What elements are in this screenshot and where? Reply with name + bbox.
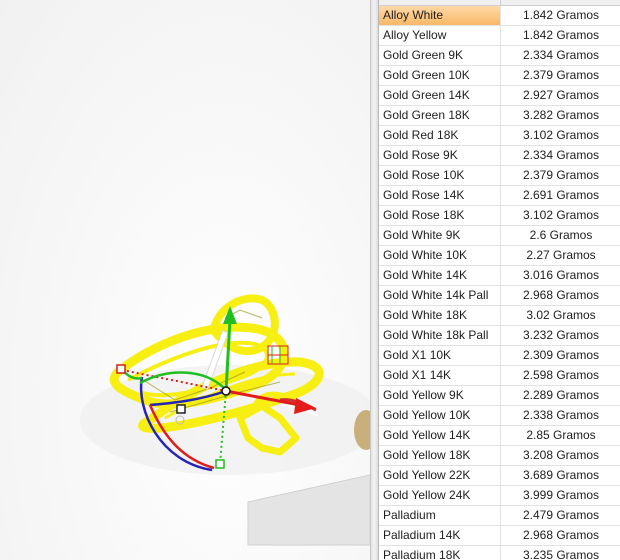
material-name-cell[interactable]: Gold Yellow 10K [379, 406, 501, 425]
y-scale-handle[interactable] [215, 459, 225, 469]
material-weight-cell[interactable]: 3.232 Gramos [501, 326, 620, 345]
material-weight-cell[interactable]: 3.235 Gramos [501, 546, 620, 560]
material-weight-cell[interactable]: 2.968 Gramos [501, 526, 620, 545]
material-weight-cell[interactable]: 2.289 Gramos [501, 386, 620, 405]
table-row[interactable]: Gold Green 10K 2.379 Gramos [379, 66, 620, 86]
table-row[interactable]: Gold Yellow 24K 3.999 Gramos [379, 486, 620, 506]
table-row[interactable]: Gold X1 14K 2.598 Gramos [379, 366, 620, 386]
material-name-cell[interactable]: Gold Green 14K [379, 86, 501, 105]
viewport-scene [80, 294, 370, 546]
table-row[interactable]: Alloy White 1.842 Gramos [379, 6, 620, 26]
table-row[interactable]: Gold White 10K 2.27 Gramos [379, 246, 620, 266]
material-weight-cell[interactable]: 2.6 Gramos [501, 226, 620, 245]
table-row[interactable]: Gold Rose 14K 2.691 Gramos [379, 186, 620, 206]
table-body: Alloy White 1.842 Gramos Alloy Yellow 1.842… [379, 6, 620, 560]
table-row[interactable]: Gold Rose 10K 2.379 Gramos [379, 166, 620, 186]
table-row[interactable]: Gold X1 10K 2.309 Gramos [379, 346, 620, 366]
table-row[interactable]: Gold White 14K 3.016 Gramos [379, 266, 620, 286]
table-row[interactable]: Palladium 14K 2.968 Gramos [379, 526, 620, 546]
table-row[interactable]: Gold Yellow 22K 3.689 Gramos [379, 466, 620, 486]
material-name-cell[interactable]: Gold Yellow 24K [379, 486, 501, 505]
table-row[interactable]: Alloy Yellow 1.842 Gramos [379, 26, 620, 46]
table-row[interactable]: Gold White 18k Pall 3.232 Gramos [379, 326, 620, 346]
background-block [247, 474, 370, 546]
gizmo-center[interactable] [221, 386, 231, 396]
table-row[interactable]: Gold Yellow 10K 2.338 Gramos [379, 406, 620, 426]
material-weight-cell[interactable]: 3.016 Gramos [501, 266, 620, 285]
3d-viewport[interactable] [0, 0, 370, 560]
material-weight-cell[interactable]: 2.334 Gramos [501, 146, 620, 165]
header-cell-material[interactable] [379, 0, 501, 5]
material-weight-cell[interactable]: 3.689 Gramos [501, 466, 620, 485]
material-name-cell[interactable]: Gold X1 10K [379, 346, 501, 365]
z-scale-handle[interactable] [176, 404, 186, 414]
material-name-cell[interactable]: Gold White 14k Pall [379, 286, 501, 305]
material-name-cell[interactable]: Gold Green 18K [379, 106, 501, 125]
header-cell-weight[interactable] [501, 0, 620, 5]
material-weight-cell[interactable]: 3.999 Gramos [501, 486, 620, 505]
material-weight-cell[interactable]: 3.02 Gramos [501, 306, 620, 325]
material-name-cell[interactable]: Palladium 14K [379, 526, 501, 545]
material-weight-cell[interactable]: 2.927 Gramos [501, 86, 620, 105]
material-weight-cell[interactable]: 2.334 Gramos [501, 46, 620, 65]
table-row[interactable]: Gold White 18K 3.02 Gramos [379, 306, 620, 326]
material-weight-table: Alloy White 1.842 Gramos Alloy Yellow 1.842… [378, 0, 620, 560]
table-row[interactable]: Gold Green 9K 2.334 Gramos [379, 46, 620, 66]
material-weight-cell[interactable]: 2.598 Gramos [501, 366, 620, 385]
material-weight-cell[interactable]: 2.379 Gramos [501, 66, 620, 85]
material-weight-cell[interactable]: 3.282 Gramos [501, 106, 620, 125]
material-name-cell[interactable]: Palladium 18K [379, 546, 501, 560]
material-weight-cell[interactable]: 2.479 Gramos [501, 506, 620, 525]
x-scale-handle[interactable] [116, 364, 126, 374]
material-name-cell[interactable]: Gold White 10K [379, 246, 501, 265]
material-name-cell[interactable]: Alloy White [379, 6, 501, 25]
material-weight-cell[interactable]: 2.691 Gramos [501, 186, 620, 205]
material-name-cell[interactable]: Gold Yellow 9K [379, 386, 501, 405]
material-name-cell[interactable]: Gold Green 10K [379, 66, 501, 85]
table-row[interactable]: Gold Green 18K 3.282 Gramos [379, 106, 620, 126]
material-weight-cell[interactable]: 1.842 Gramos [501, 6, 620, 25]
table-row[interactable]: Gold White 9K 2.6 Gramos [379, 226, 620, 246]
material-name-cell[interactable]: Gold X1 14K [379, 366, 501, 385]
material-name-cell[interactable]: Gold Yellow 22K [379, 466, 501, 485]
material-weight-cell[interactable]: 2.85 Gramos [501, 426, 620, 445]
material-name-cell[interactable]: Gold Yellow 14K [379, 426, 501, 445]
table-row[interactable]: Gold White 14k Pall 2.968 Gramos [379, 286, 620, 306]
material-weight-cell[interactable]: 3.102 Gramos [501, 206, 620, 225]
table-row[interactable]: Gold Yellow 14K 2.85 Gramos [379, 426, 620, 446]
table-row[interactable]: Gold Yellow 9K 2.289 Gramos [379, 386, 620, 406]
material-name-cell[interactable]: Gold White 14K [379, 266, 501, 285]
material-name-cell[interactable]: Gold Rose 18K [379, 206, 501, 225]
table-row[interactable]: Gold Green 14K 2.927 Gramos [379, 86, 620, 106]
material-name-cell[interactable]: Gold White 9K [379, 226, 501, 245]
material-name-cell[interactable]: Gold Rose 9K [379, 146, 501, 165]
table-row[interactable]: Gold Red 18K 3.102 Gramos [379, 126, 620, 146]
material-name-cell[interactable]: Gold Green 9K [379, 46, 501, 65]
table-row[interactable]: Gold Rose 9K 2.334 Gramos [379, 146, 620, 166]
material-weight-cell[interactable]: 2.309 Gramos [501, 346, 620, 365]
material-weight-cell[interactable]: 2.968 Gramos [501, 286, 620, 305]
material-name-cell[interactable]: Gold Yellow 18K [379, 446, 501, 465]
material-name-cell[interactable]: Palladium [379, 506, 501, 525]
material-name-cell[interactable]: Gold White 18k Pall [379, 326, 501, 345]
material-name-cell[interactable]: Gold Rose 14K [379, 186, 501, 205]
table-row[interactable]: Palladium 2.479 Gramos [379, 506, 620, 526]
material-name-cell[interactable]: Alloy Yellow [379, 26, 501, 45]
material-name-cell[interactable]: Gold Rose 10K [379, 166, 501, 185]
material-weight-cell[interactable]: 3.208 Gramos [501, 446, 620, 465]
material-weight-cell[interactable]: 3.102 Gramos [501, 126, 620, 145]
material-name-cell[interactable]: Gold Red 18K [379, 126, 501, 145]
table-row[interactable]: Gold Rose 18K 3.102 Gramos [379, 206, 620, 226]
material-weight-cell[interactable]: 2.379 Gramos [501, 166, 620, 185]
material-weight-cell[interactable]: 2.338 Gramos [501, 406, 620, 425]
table-row[interactable]: Gold Yellow 18K 3.208 Gramos [379, 446, 620, 466]
table-row[interactable]: Palladium 18K 3.235 Gramos [379, 546, 620, 560]
material-name-cell[interactable]: Gold White 18K [379, 306, 501, 325]
material-weight-cell[interactable]: 1.842 Gramos [501, 26, 620, 45]
material-weight-cell[interactable]: 2.27 Gramos [501, 246, 620, 265]
